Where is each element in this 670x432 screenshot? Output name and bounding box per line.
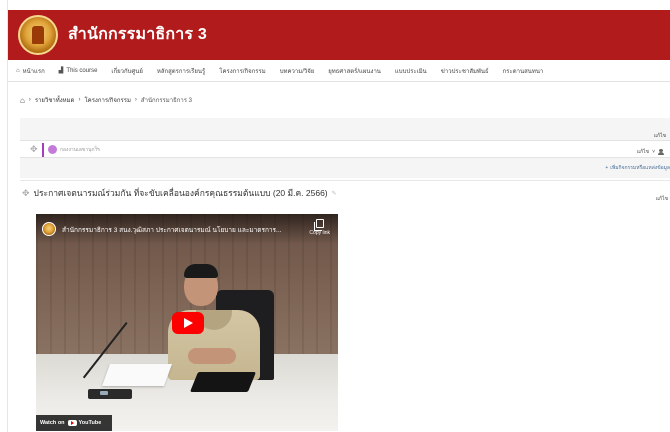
youtube-logo: YouTube <box>67 420 102 426</box>
copy-icon <box>313 219 324 231</box>
move-icon[interactable]: ✥ <box>30 144 38 155</box>
breadcrumb-item-current: สำนักกรรมาธิการ 3 <box>140 98 192 104</box>
pencil-icon[interactable]: ✎ <box>94 145 99 152</box>
nav-item-news[interactable]: ข่าวประชาสัมพันธ์ <box>441 66 489 76</box>
plus-icon: + <box>605 165 609 171</box>
breadcrumb: ⌂ › รายวิชาทั้งหมด › โครงการ/กิจกรรม › ส… <box>20 95 192 105</box>
nav-item-evaluation[interactable]: แบบประเมิน <box>395 66 427 76</box>
nav-item-articles[interactable]: บทความ/วิจัย <box>280 66 315 76</box>
copy-link-button[interactable]: Copy link <box>309 219 330 236</box>
add-activity-link[interactable]: + เพิ่มกิจกรรมหรือแหล่งข้อมูล <box>605 164 670 172</box>
nav-item-about[interactable]: เกี่ยวกับศูนย์ <box>111 66 142 76</box>
hidden-label-icon <box>48 145 57 154</box>
nav-item-projects[interactable]: โครงการ/กิจกรรม <box>219 66 265 76</box>
hidden-section-marker <box>42 143 44 157</box>
channel-avatar[interactable] <box>42 222 56 236</box>
breadcrumb-item-projects[interactable]: โครงการ/กิจกรรม <box>84 95 130 105</box>
video-frame-tablet <box>189 372 257 392</box>
home-icon[interactable]: ⌂ <box>20 96 25 105</box>
video-top-bar: สำนักกรรมาธิการ 3 สนง.วุฒิสภา ประกาศเจตน… <box>36 214 338 244</box>
site-title[interactable]: สำนักกรรมาธิการ 3 <box>68 22 207 47</box>
add-activity-label: เพิ่มกิจกรรมหรือแหล่งข้อมูล <box>610 165 670 171</box>
nav-item-this-course[interactable]: ▟ This course <box>58 67 98 75</box>
video-frame-mic-light <box>100 391 108 395</box>
watch-on-label: Watch on <box>40 420 65 426</box>
chart-icon: ▟ <box>58 68 64 74</box>
section-row: ✥ กองงานเลขานุการ ✎ <box>20 140 670 158</box>
nav-item-label: โครงการ/กิจกรรม <box>219 68 266 75</box>
play-button[interactable] <box>172 312 204 334</box>
youtube-icon <box>67 420 77 426</box>
nav-item-strategy[interactable]: ยุทธศาสตร์/แผนงาน <box>328 66 381 76</box>
watch-on-youtube-button[interactable]: Watch on YouTube <box>36 415 112 431</box>
edit-menu-link[interactable]: แก้ไข <box>656 195 668 203</box>
video-frame-papers <box>101 364 173 386</box>
announcement-section: ✥ ประกาศเจตนารมณ์ร่วมกัน ที่จะขับเคลื่อน… <box>20 180 670 432</box>
video-frame-hair <box>184 264 218 278</box>
senate-logo[interactable] <box>18 15 58 55</box>
section-edit-panel: แก้ไข ✥ กองงานเลขานุการ ✎ แก้ไข ˅ + เพิ่… <box>20 118 670 178</box>
main-navbar: ⌂ หน้าแรก ▟ This course เกี่ยวกับศูนย์ ห… <box>8 60 670 82</box>
announcement-title[interactable]: ประกาศเจตนารมณ์ร่วมกัน ที่จะขับเคลื่อนอง… <box>34 186 328 200</box>
nav-item-label: หลักสูตรการเรียนรู้ <box>156 68 206 75</box>
nav-item-home[interactable]: ⌂ หน้าแรก <box>16 66 45 76</box>
left-edge <box>0 0 8 432</box>
nav-item-label: ยุทธศาสตร์/แผนงาน <box>328 68 381 75</box>
caret-down-icon: ˅ <box>652 149 655 155</box>
video-frame-hands <box>188 348 236 364</box>
edit-user-menu[interactable]: แก้ไข ˅ <box>637 148 664 156</box>
nav-item-label: บทความ/วิจัย <box>279 68 315 75</box>
nav-item-label: กระดานสนทนา <box>502 68 544 75</box>
nav-item-label: เกี่ยวกับศูนย์ <box>111 68 143 75</box>
home-icon: ⌂ <box>16 67 20 74</box>
nav-item-curriculum[interactable]: หลักสูตรการเรียนรู้ <box>157 66 205 76</box>
pencil-icon[interactable]: ✎ <box>332 190 337 197</box>
announcement-heading-row: ✥ ประกาศเจตนารมณ์ร่วมกัน ที่จะขับเคลื่อน… <box>20 186 337 200</box>
breadcrumb-item-all-courses[interactable]: รายวิชาทั้งหมด <box>35 95 75 105</box>
nav-item-label: แบบประเมิน <box>394 68 427 75</box>
video-frame-mic-base <box>88 389 132 399</box>
youtube-embed[interactable]: สำนักกรรมาธิการ 3 สนง.วุฒิสภา ประกาศเจตน… <box>36 214 338 431</box>
edit-menu-link[interactable]: แก้ไข <box>654 132 666 140</box>
breadcrumb-separator: › <box>134 97 137 103</box>
site-header: สำนักกรรมาธิการ 3 <box>8 10 670 60</box>
nav-item-label: หน้าแรก <box>22 68 45 75</box>
edit-user-label: แก้ไข <box>636 149 650 155</box>
breadcrumb-separator: › <box>28 97 31 103</box>
video-title[interactable]: สำนักกรรมาธิการ 3 สนง.วุฒิสภา ประกาศเจตน… <box>62 225 302 235</box>
youtube-wordmark: YouTube <box>78 420 102 426</box>
nav-item-forum[interactable]: กระดานสนทนา <box>503 66 544 76</box>
user-icon <box>658 148 664 156</box>
nav-item-label: ข่าวประชาสัมพันธ์ <box>440 68 489 75</box>
move-icon[interactable]: ✥ <box>22 188 30 199</box>
nav-item-label: This course <box>66 67 98 74</box>
breadcrumb-separator: › <box>78 97 81 103</box>
